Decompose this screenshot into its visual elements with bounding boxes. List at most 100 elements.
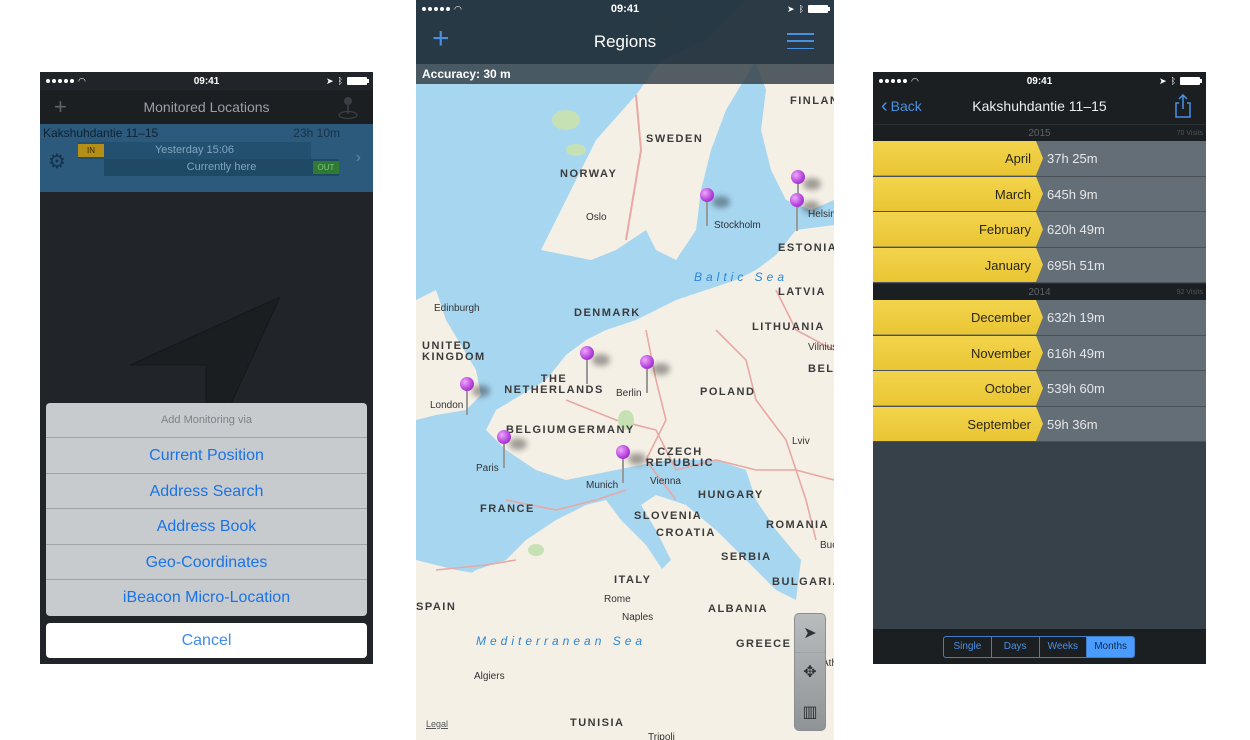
country-label: GERMANY (568, 424, 635, 436)
city-label: Stockholm (714, 220, 761, 231)
chevron-right-icon[interactable]: › (356, 149, 361, 167)
city-label: Naples (622, 612, 654, 623)
month-name: January (984, 257, 1031, 273)
region-pin[interactable] (616, 445, 646, 485)
city-label: Munich (586, 480, 619, 491)
city-label: Paris (476, 463, 499, 474)
country-label: CROATIA (656, 527, 716, 539)
city-label: Vilnius (808, 342, 834, 353)
address-book-button[interactable]: Address Book (46, 509, 367, 545)
visit-exited: Currently here OUT (104, 159, 339, 176)
regions-screen: ◠ 09:41 ➤ ᛒ + Regions Accuracy: 30 m FINL… (416, 0, 834, 740)
month-row[interactable]: November 616h 49m (873, 335, 1206, 371)
map-icon[interactable]: ▥ (795, 692, 825, 731)
status-bar: ◠ 09:41 ➤ ᛒ (416, 0, 834, 18)
status-time: 09:41 (610, 3, 640, 15)
month-name: September (967, 416, 1031, 432)
gear-icon[interactable]: ⚙ (48, 149, 66, 174)
status-time: 09:41 (1026, 75, 1053, 87)
country-label: ALBANIA (708, 603, 768, 615)
ibeacon-button[interactable]: iBeacon Micro-Location (46, 580, 367, 616)
navigation-bar: ‹ Back Kakshuhdantie 11–15 (873, 90, 1206, 124)
country-label: LITHUANIA (752, 321, 825, 333)
cancel-button[interactable]: Cancel (46, 623, 367, 658)
month-row[interactable]: September 59h 36m (873, 406, 1206, 442)
region-pin[interactable] (580, 346, 610, 386)
region-pin[interactable] (497, 430, 527, 470)
segment-days[interactable]: Days (992, 637, 1040, 657)
country-label: SLOVENIA (634, 510, 703, 522)
visit-entered: IN Yesterday 15:06 (78, 142, 311, 159)
country-label: GREECE (736, 638, 792, 650)
month-time: 632h 19m (1047, 310, 1105, 325)
year-label: 2014 (1028, 287, 1051, 298)
location-arrow-icon (130, 297, 281, 417)
country-label: SERBIA (721, 551, 772, 563)
battery-icon (1180, 77, 1202, 85)
country-label: BELGIUM (506, 424, 568, 436)
country-label: SWEDEN (646, 133, 704, 145)
page-title: Monitored Locations (143, 99, 270, 115)
month-time: 59h 36m (1047, 416, 1098, 432)
month-row[interactable]: March 645h 9m (873, 176, 1206, 212)
battery-icon (808, 5, 830, 13)
sea-label: Baltic Sea (694, 270, 789, 284)
country-label: FINLAND (790, 95, 834, 107)
map-view[interactable] (416, 0, 834, 740)
month-row[interactable]: October 539h 60m (873, 371, 1206, 407)
action-sheet: Add Monitoring via Current Position Addr… (46, 403, 367, 616)
entered-time: Yesterday 15:06 (154, 144, 235, 156)
location-duration: 23h 10m (293, 126, 340, 140)
month-name: February (978, 222, 1031, 237)
out-badge: OUT (313, 161, 339, 174)
segment-single[interactable]: Single (944, 637, 992, 657)
city-label: Berlin (616, 388, 642, 399)
country-label: LATVIA (778, 286, 826, 298)
location-detail-screen: ◠ 09:41 ➤ ᛒ ‹ Back Kakshuhdantie 11–15 201… (873, 72, 1206, 664)
month-list: 2015 70 Visits April 37h 25m March 645h 9m … (873, 124, 1206, 442)
region-pin[interactable] (790, 193, 820, 233)
battery-icon (347, 77, 369, 85)
region-pin[interactable] (640, 355, 670, 395)
month-row[interactable]: February 620h 49m (873, 212, 1206, 248)
city-label: Rome (604, 594, 631, 605)
country-label: BELARUS (808, 363, 834, 375)
month-row[interactable]: January 695h 51m (873, 247, 1206, 283)
plus-icon[interactable]: + (54, 94, 67, 120)
move-icon[interactable]: ✥ (795, 653, 825, 692)
country-label: POLAND (700, 386, 756, 398)
share-icon[interactable] (1174, 94, 1192, 118)
location-name: Kakshuhdantie 11–15 (43, 126, 159, 140)
geo-coordinates-button[interactable]: Geo-Coordinates (46, 545, 367, 580)
navigation-bar: ◠ 09:41 ➤ ᛒ + Regions (416, 0, 834, 64)
month-row[interactable]: April 37h 25m (873, 141, 1206, 177)
map-pin-icon[interactable] (337, 96, 359, 120)
city-label: Lviv (792, 436, 810, 447)
menu-icon[interactable] (787, 33, 814, 49)
visits-count: 92 Visits (1176, 289, 1203, 296)
status-bar: ◠ 09:41 ➤ ᛒ (873, 72, 1206, 90)
city-label: Tripoli (648, 732, 675, 740)
page-title: Kakshuhdantie 11–15 (972, 98, 1107, 114)
city-label: Bucharest (820, 540, 834, 551)
segment-weeks[interactable]: Weeks (1040, 637, 1088, 657)
legal-link[interactable]: Legal (426, 719, 448, 729)
region-pin[interactable] (700, 188, 730, 228)
exited-status: Currently here (186, 161, 257, 173)
country-label: ESTONIA (778, 242, 834, 254)
country-label: SPAIN (416, 601, 457, 613)
region-pin[interactable] (460, 377, 490, 417)
city-label: Vienna (650, 476, 681, 487)
country-label: NORWAY (560, 168, 618, 180)
year-header: 2014 92 Visits (873, 283, 1206, 300)
period-segmented-control: Single Days Weeks Months (943, 636, 1135, 658)
current-position-button[interactable]: Current Position (46, 438, 367, 474)
segment-months[interactable]: Months (1087, 637, 1134, 657)
bottom-toolbar: Single Days Weeks Months (873, 629, 1206, 664)
address-search-button[interactable]: Address Search (46, 474, 367, 509)
city-label: London (430, 400, 464, 411)
month-name: November (971, 345, 1031, 361)
country-label: ROMANIA (766, 519, 830, 531)
month-row[interactable]: December 632h 19m (873, 300, 1206, 336)
locate-icon[interactable]: ➤ (795, 614, 825, 653)
